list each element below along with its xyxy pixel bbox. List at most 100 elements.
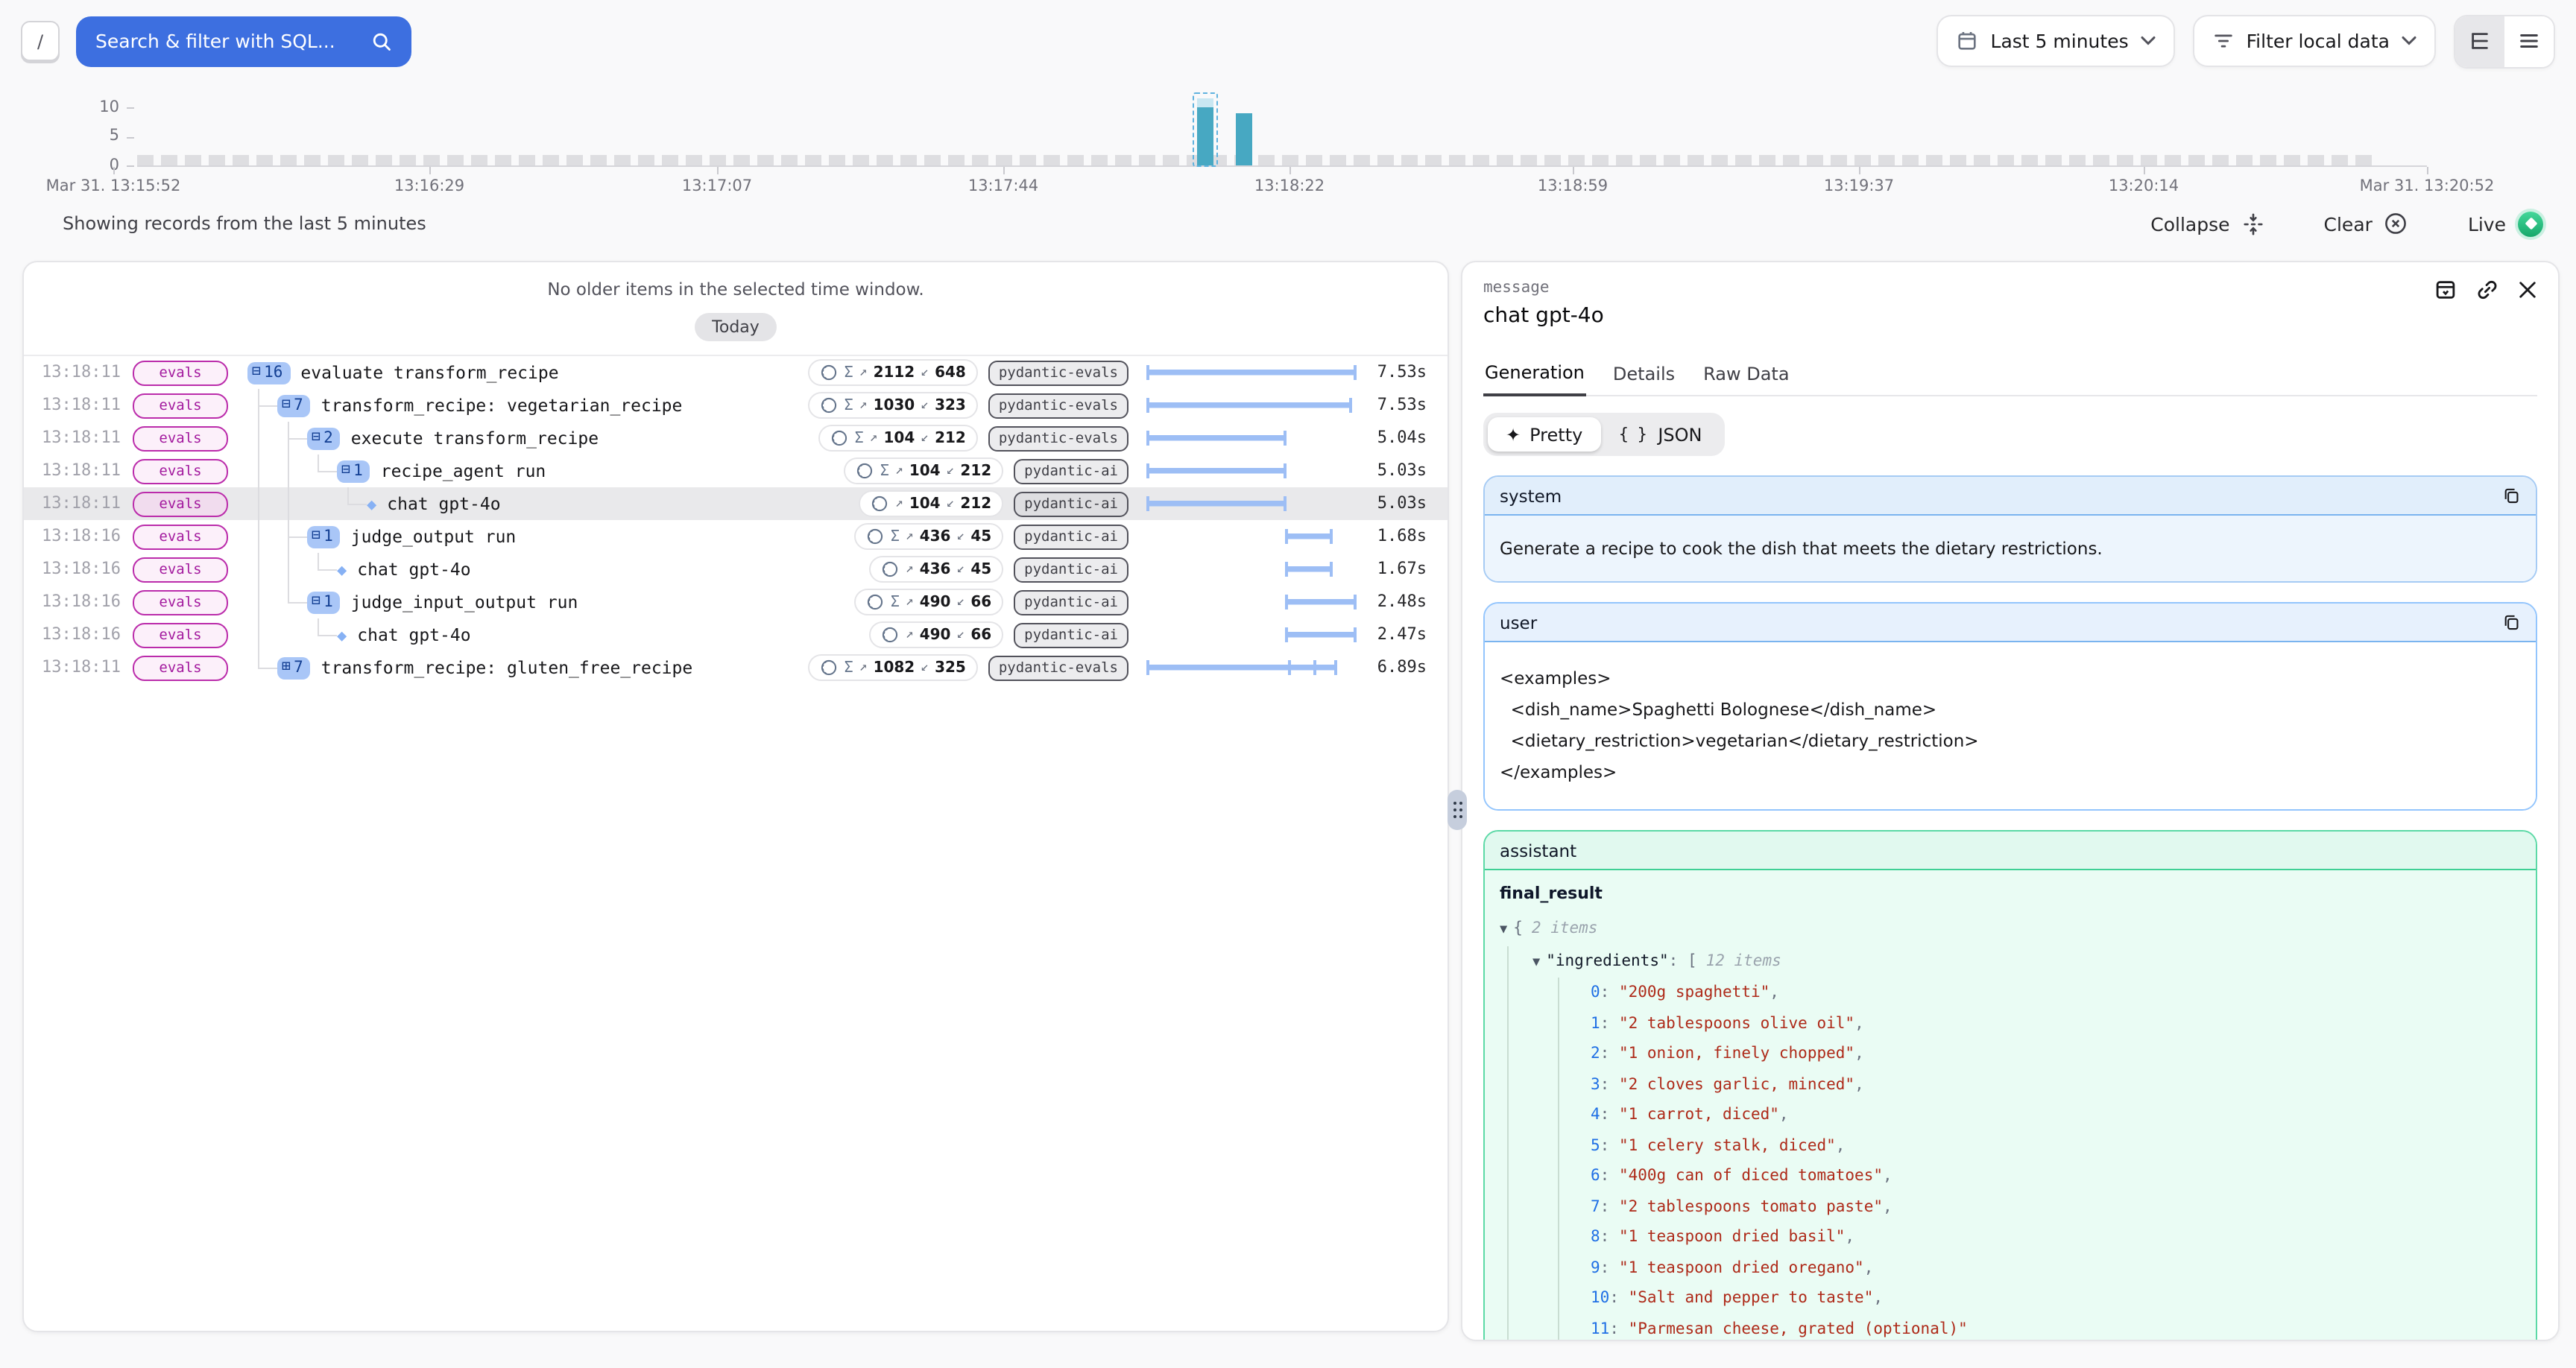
token-usage-pill[interactable]: Σ↗1030↙323	[809, 392, 978, 419]
tree-guide-line	[258, 520, 259, 553]
trace-timestamp: 13:18:11	[42, 651, 121, 684]
copy-message-button[interactable]	[2501, 612, 2521, 632]
token-usage-pill[interactable]: Σ↗1082↙325	[809, 654, 978, 681]
filter-local-data-dropdown[interactable]: Filter local data	[2193, 15, 2436, 67]
evals-tag[interactable]: evals	[133, 492, 228, 516]
panel-resize-handle[interactable]	[1448, 790, 1467, 830]
children-count-badge[interactable]: ⊟16	[247, 361, 290, 384]
trace-row[interactable]: 13:18:11evals⊟1recipe_agent runΣ↗104↙212…	[24, 455, 1448, 487]
tab-generation[interactable]: Generation	[1483, 362, 1586, 396]
trace-row[interactable]: 13:18:16evals⊟1judge_output runΣ↗436↙45p…	[24, 520, 1448, 553]
collapse-children-icon: ⊟	[252, 365, 261, 380]
token-usage-pill[interactable]: Σ↗2112↙648	[809, 359, 978, 386]
instrumentation-tag[interactable]: pydantic-ai	[1014, 557, 1128, 582]
list-view-toggle[interactable]	[2504, 16, 2554, 66]
json-comma: ,	[1883, 1197, 1892, 1215]
span-name: judge_input_output run	[351, 592, 578, 612]
live-toggle-button[interactable]: Live	[2459, 209, 2552, 238]
json-toggle[interactable]: { } JSON	[1600, 417, 1720, 452]
evals-tag[interactable]: evals	[133, 393, 228, 418]
list-view-icon	[2518, 30, 2540, 52]
row-meta: Σ↗436↙45 pydantic-ai	[650, 520, 1128, 553]
instrumentation-tag[interactable]: pydantic-evals	[988, 360, 1128, 385]
x-axis-label: 13:20:14	[2109, 177, 2179, 195]
json-array-item: 7: "2 tablespoons tomato paste",	[1591, 1191, 2521, 1222]
evals-tag[interactable]: evals	[133, 590, 228, 615]
instrumentation-tag[interactable]: pydantic-evals	[988, 425, 1128, 451]
token-usage-pill[interactable]: ↗436↙45	[870, 556, 1003, 583]
pretty-toggle[interactable]: ✦ Pretty	[1488, 417, 1600, 452]
token-usage-pill[interactable]: Σ↗490↙66	[855, 589, 1003, 615]
evals-tag[interactable]: evals	[133, 426, 228, 451]
evals-tag[interactable]: evals	[133, 361, 228, 385]
output-tokens-arrow-icon: ↙	[956, 595, 965, 609]
children-count-badge[interactable]: ⊟1	[337, 460, 370, 482]
evals-tag[interactable]: evals	[133, 623, 228, 647]
instrumentation-tag[interactable]: pydantic-evals	[988, 393, 1128, 418]
string-value: "1 carrot, diced"	[1619, 1106, 1779, 1124]
render-mode-toggle: ✦ Pretty { } JSON	[1483, 413, 1724, 456]
evals-tag[interactable]: evals	[133, 459, 228, 484]
row-meta: Σ↗1082↙325 pydantic-evals	[650, 651, 1128, 684]
caret-down-icon[interactable]: ▼	[1532, 954, 1540, 969]
collapse-button[interactable]: Collapse	[2141, 211, 2273, 236]
trace-row[interactable]: 13:18:16evals◆chat gpt-4o↗436↙45pydantic…	[24, 553, 1448, 586]
tab-details[interactable]: Details	[1611, 362, 1676, 396]
token-usage-pill[interactable]: Σ↗436↙45	[855, 523, 1003, 550]
evals-tag[interactable]: evals	[133, 656, 228, 680]
instrumentation-tag[interactable]: pydantic-ai	[1014, 524, 1128, 549]
message-role-header: user	[1485, 604, 2536, 642]
trace-row[interactable]: 13:18:11evals⊟7transform_recipe: vegetar…	[24, 389, 1448, 422]
detail-panel-actions	[2434, 279, 2537, 301]
output-tokens-arrow-icon: ↙	[947, 496, 955, 511]
token-usage-pill[interactable]: ↗104↙212	[859, 490, 1003, 517]
children-count: 1	[353, 462, 363, 480]
duration-bar	[1285, 627, 1357, 642]
token-usage-pill[interactable]: ↗490↙66	[870, 621, 1003, 648]
search-button[interactable]: Search & filter with SQL...	[76, 16, 411, 66]
children-count-badge[interactable]: ⊟7	[277, 394, 311, 417]
children-count-badge[interactable]: ⊟1	[307, 591, 341, 613]
instrumentation-tag[interactable]: pydantic-ai	[1014, 491, 1128, 516]
span-name: chat gpt-4o	[357, 559, 470, 580]
x-axis-tick	[2427, 167, 2428, 174]
trace-row[interactable]: 13:18:16evals⊟1judge_input_output runΣ↗4…	[24, 586, 1448, 618]
copy-link-button[interactable]	[2476, 279, 2498, 301]
string-value: "1 celery stalk, diced"	[1619, 1136, 1836, 1154]
token-usage-pill[interactable]: Σ↗104↙212	[819, 425, 978, 452]
tokens-coin-icon	[821, 659, 839, 677]
tab-raw-data[interactable]: Raw Data	[1702, 362, 1790, 396]
trace-row[interactable]: 13:18:11evals⊟16evaluate transform_recip…	[24, 356, 1448, 389]
children-count-badge[interactable]: ⊟1	[307, 525, 341, 548]
caret-down-icon[interactable]: ▼	[1500, 922, 1507, 937]
no-older-items-text: No older items in the selected time wind…	[24, 279, 1448, 300]
children-count: 7	[294, 659, 303, 677]
sum-sigma-icon: Σ	[891, 594, 900, 610]
dock-panel-button[interactable]	[2434, 279, 2457, 301]
histogram-bar[interactable]	[1236, 113, 1252, 165]
children-count-badge[interactable]: ⊞7	[277, 656, 311, 679]
trace-row[interactable]: 13:18:11evals⊞7transform_recipe: gluten_…	[24, 651, 1448, 684]
trace-row[interactable]: 13:18:11evals◆chat gpt-4o↗104↙212pydanti…	[24, 487, 1448, 520]
tree-view-toggle[interactable]	[2455, 16, 2504, 66]
instrumentation-tag[interactable]: pydantic-ai	[1014, 622, 1128, 647]
instrumentation-tag[interactable]: pydantic-evals	[988, 655, 1128, 680]
trace-row[interactable]: 13:18:11evals⊟2execute transform_recipeΣ…	[24, 422, 1448, 455]
time-range-dropdown[interactable]: Last 5 minutes	[1937, 15, 2175, 67]
children-count-badge[interactable]: ⊟2	[307, 427, 341, 449]
trace-row[interactable]: 13:18:16evals◆chat gpt-4o↗490↙66pydantic…	[24, 618, 1448, 651]
collapse-icon	[2242, 212, 2264, 235]
row-meta: Σ↗104↙212 pydantic-evals	[650, 422, 1128, 455]
evals-tag[interactable]: evals	[133, 525, 228, 549]
evals-tag[interactable]: evals	[133, 557, 228, 582]
histogram-bar[interactable]	[1197, 107, 1213, 165]
token-usage-pill[interactable]: Σ↗104↙212	[845, 457, 1003, 484]
span-name: evaluate transform_recipe	[300, 362, 558, 383]
copy-message-button[interactable]	[2501, 486, 2521, 505]
y-axis-label: 5	[78, 127, 119, 145]
clear-button[interactable]: Clear	[2315, 210, 2417, 237]
view-mode-toggle	[2454, 14, 2555, 68]
instrumentation-tag[interactable]: pydantic-ai	[1014, 589, 1128, 615]
instrumentation-tag[interactable]: pydantic-ai	[1014, 458, 1128, 484]
close-panel-button[interactable]	[2518, 279, 2537, 301]
